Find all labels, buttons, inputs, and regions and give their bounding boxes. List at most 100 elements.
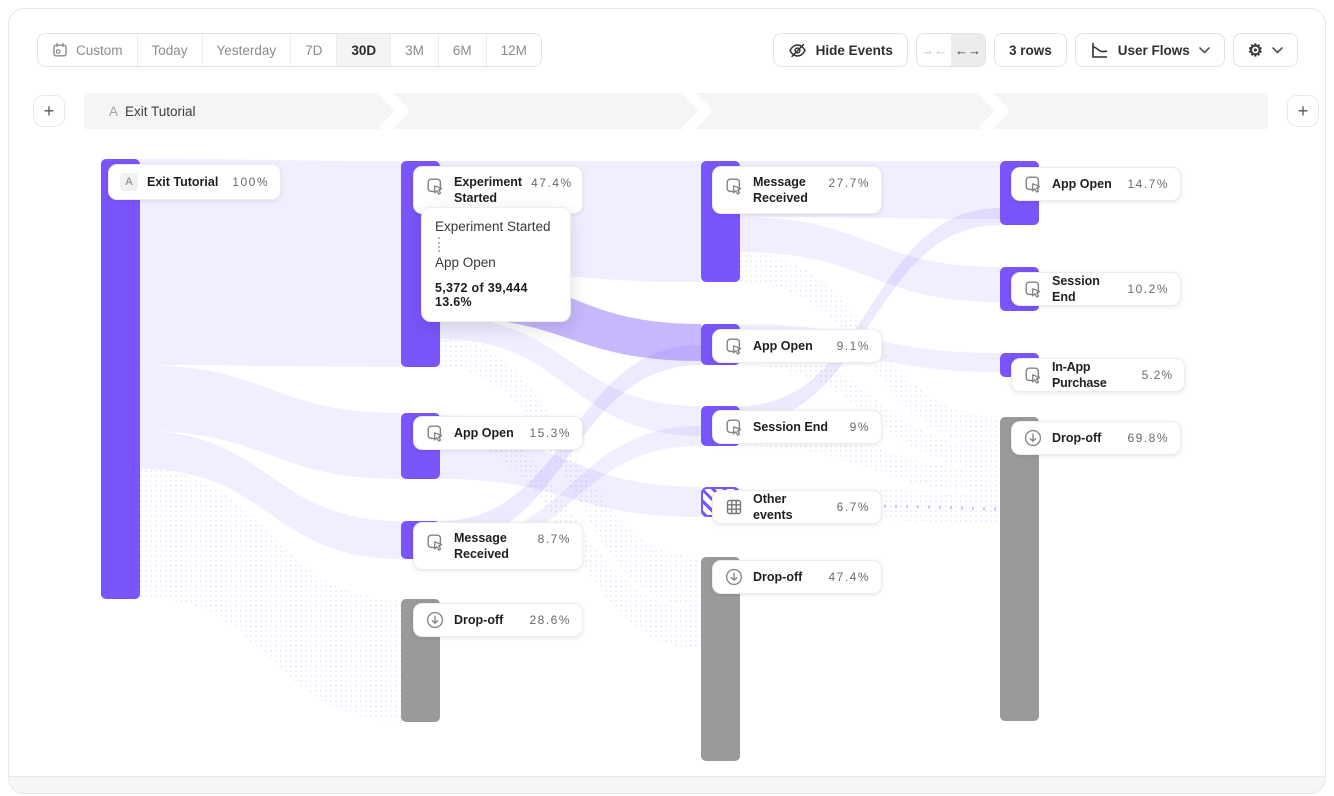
click-event-icon	[724, 176, 744, 196]
node-label: App Open	[1052, 176, 1118, 192]
expand-columns-button[interactable]: ←→	[951, 34, 985, 66]
flow-node-card[interactable]: In-App Purchase 5.2%	[1011, 358, 1185, 392]
step-badge-letter: A	[109, 104, 118, 119]
step-separator-chevron	[378, 93, 408, 129]
plus-icon: +	[44, 101, 55, 122]
date-range-30d[interactable]: 30D	[336, 34, 390, 66]
node-label: Session End	[1052, 273, 1118, 306]
click-event-icon	[1023, 279, 1043, 299]
user-flows-chart-icon	[1090, 41, 1109, 60]
node-value: 69.8%	[1127, 431, 1169, 445]
add-step-right-button[interactable]: +	[1287, 95, 1319, 127]
flow-node-card[interactable]: Drop-off 47.4%	[712, 560, 882, 594]
click-event-icon	[425, 423, 445, 443]
flow-node-card[interactable]: Other events 6.7%	[712, 490, 882, 524]
node-label: Message Received	[753, 174, 819, 207]
node-value: 100%	[232, 175, 269, 189]
node-label: Experiment Started	[454, 174, 522, 207]
date-range-yesterday[interactable]: Yesterday	[202, 34, 291, 66]
flow-link-tooltip: Experiment Started App Open 5,372 of 39,…	[421, 207, 571, 322]
gear-icon: ⚙	[1248, 42, 1263, 59]
flow-node-card[interactable]: App Open 14.7%	[1011, 167, 1181, 201]
node-value: 5.2%	[1142, 368, 1173, 382]
plus-icon: +	[1298, 101, 1309, 122]
date-range-label: Custom	[76, 43, 123, 58]
arrows-out-icon: ←→	[955, 43, 981, 58]
chart-frame: A Exit Tutorial 100% Experiment Started …	[8, 8, 1326, 794]
date-range-6m[interactable]: 6M	[438, 34, 486, 66]
flow-node-card[interactable]: App Open 15.3%	[413, 416, 583, 450]
drop-off-icon	[425, 610, 445, 630]
node-value: 27.7%	[828, 176, 870, 190]
node-label: In-App Purchase	[1052, 359, 1133, 392]
step-banner[interactable]: A Exit Tutorial	[84, 93, 1268, 129]
flow-node-bar[interactable]	[1000, 417, 1039, 721]
flow-node-card[interactable]: Drop-off 28.6%	[413, 603, 583, 637]
rows-label: 3 rows	[1009, 43, 1052, 58]
date-range-label: Today	[152, 43, 188, 58]
node-value: 9.1%	[837, 339, 870, 353]
hide-events-label: Hide Events	[816, 43, 893, 58]
flow-node-card[interactable]: Session End 9%	[712, 410, 882, 444]
date-range-label: 3M	[405, 43, 424, 58]
flow-node-card[interactable]: Drop-off 69.8%	[1011, 421, 1181, 455]
date-range-7d[interactable]: 7D	[290, 34, 336, 66]
node-label: App Open	[753, 338, 828, 354]
tooltip-connector-dots	[438, 237, 440, 252]
node-label: App Open	[454, 425, 520, 441]
settings-dropdown[interactable]: ⚙	[1233, 33, 1298, 67]
eye-off-icon	[788, 41, 807, 60]
node-value: 14.7%	[1127, 177, 1169, 191]
tooltip-stat: 5,372 of 39,444 13.6%	[435, 281, 557, 309]
date-range-custom[interactable]: Custom	[38, 34, 137, 66]
step-banner-label: A Exit Tutorial	[109, 93, 196, 129]
flow-node-card[interactable]: Session End 10.2%	[1011, 272, 1181, 306]
node-label: Session End	[753, 419, 841, 435]
flow-node-card[interactable]: Message Received 8.7%	[413, 522, 583, 570]
tooltip-from-event: Experiment Started	[435, 219, 557, 234]
click-event-icon	[425, 532, 445, 552]
date-range-label: Yesterday	[217, 43, 277, 58]
tooltip-to-event: App Open	[435, 255, 557, 270]
node-label: Other events	[753, 491, 828, 524]
node-value: 10.2%	[1127, 282, 1169, 296]
step-separator-chevron	[681, 93, 711, 129]
node-label: Exit Tutorial	[147, 174, 223, 190]
collapse-columns-button[interactable]: →←	[917, 34, 951, 66]
node-label: Drop-off	[753, 569, 819, 585]
date-range-selector: Custom Today Yesterday 7D 30D 3M 6M 12M	[37, 33, 542, 67]
node-label: Message Received	[454, 530, 529, 563]
node-label: Drop-off	[1052, 430, 1118, 446]
date-range-label: 6M	[453, 43, 472, 58]
node-value: 28.6%	[529, 613, 571, 627]
add-step-left-button[interactable]: +	[33, 95, 65, 127]
click-event-icon	[1023, 365, 1043, 385]
other-events-grid-icon	[724, 497, 744, 517]
rows-button[interactable]: 3 rows	[994, 33, 1067, 67]
flow-node-card[interactable]: A Exit Tutorial 100%	[108, 164, 281, 200]
date-range-label: 7D	[305, 43, 322, 58]
date-range-12m[interactable]: 12M	[486, 34, 541, 66]
click-event-icon	[724, 336, 744, 356]
chevron-down-icon	[1272, 47, 1283, 54]
flow-node-bar[interactable]	[101, 159, 140, 599]
step-a-badge: A	[120, 173, 138, 191]
flow-node-card[interactable]: Message Received 27.7%	[712, 166, 882, 214]
node-value: 6.7%	[837, 500, 870, 514]
collapse-expand-toggle: →← ←→	[916, 33, 986, 67]
hide-events-button[interactable]: Hide Events	[773, 33, 908, 67]
click-event-icon	[1023, 174, 1043, 194]
chevron-down-icon	[1199, 47, 1210, 54]
arrows-in-icon: →←	[921, 43, 947, 58]
node-value: 8.7%	[538, 532, 571, 546]
chart-type-dropdown[interactable]: User Flows	[1075, 33, 1225, 67]
toolbar-right-group: Hide Events →← ←→ 3 rows User Flows ⚙	[773, 33, 1298, 67]
node-value: 15.3%	[529, 426, 571, 440]
flow-node-card[interactable]: App Open 9.1%	[712, 329, 882, 363]
node-value: 9%	[850, 420, 870, 434]
date-range-3m[interactable]: 3M	[390, 34, 438, 66]
toolbar: Custom Today Yesterday 7D 30D 3M 6M 12M …	[37, 33, 1298, 67]
date-range-today[interactable]: Today	[137, 34, 202, 66]
date-range-label: 30D	[351, 43, 376, 58]
drop-off-icon	[1023, 428, 1043, 448]
